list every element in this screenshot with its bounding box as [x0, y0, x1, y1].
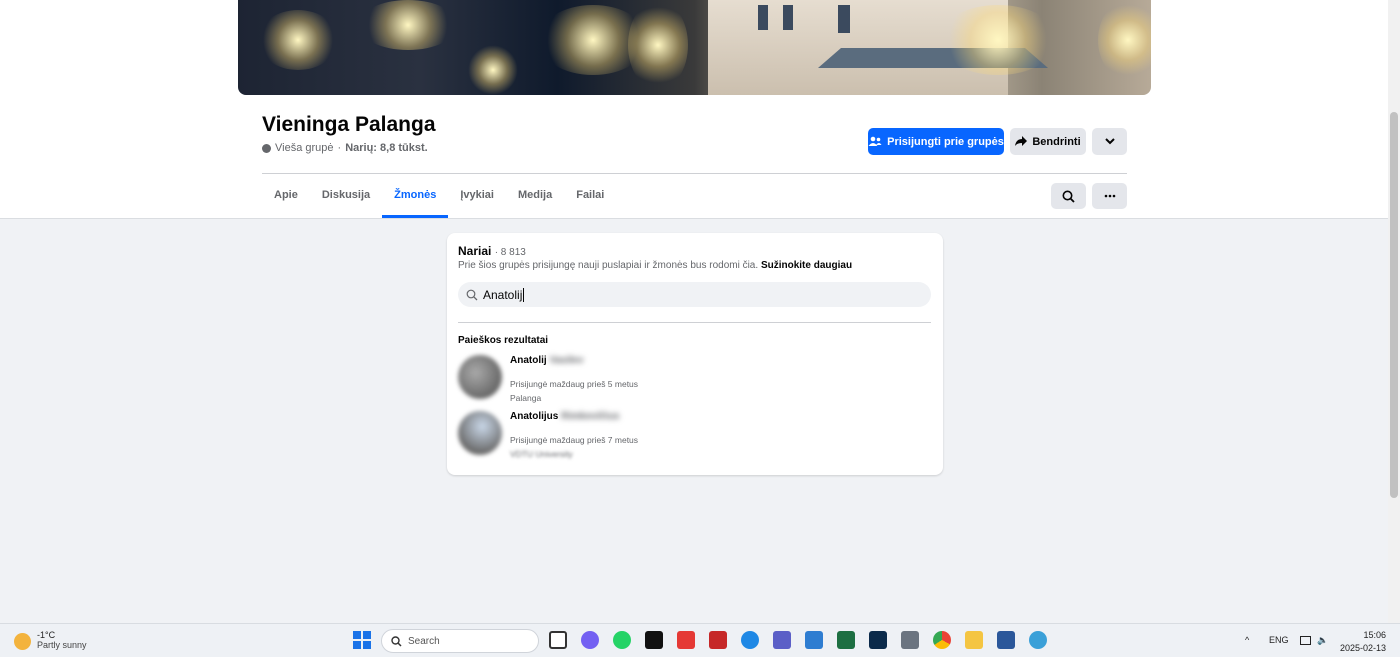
result-name-blurred: Rimkevičius: [561, 411, 620, 422]
members-title-label: Nariai: [458, 244, 492, 258]
globe-app-icon[interactable]: [1029, 631, 1047, 649]
result-name-blurred: Vasilev: [549, 355, 584, 366]
chrome-icon[interactable]: [933, 631, 951, 649]
task-view-icon[interactable]: [549, 631, 567, 649]
network-icon[interactable]: [1300, 636, 1311, 645]
group-meta: Vieša grupė · Narių: 8,8 tūkst.: [262, 142, 428, 154]
clock-time: 15:06: [1363, 630, 1387, 640]
member-search-value: Anatolij: [483, 287, 525, 302]
teams-icon[interactable]: [773, 631, 791, 649]
start-windows-icon[interactable]: [353, 631, 371, 649]
partly-sunny-icon: [14, 633, 31, 650]
card-divider: [458, 322, 931, 323]
result-joined: Prisijungė maždaug prieš 7 metus: [510, 435, 639, 445]
calculator-icon[interactable]: [901, 631, 919, 649]
members-description: Prie šios grupės prisijungę nauji puslap…: [458, 260, 852, 271]
anydesk-icon[interactable]: [677, 631, 695, 649]
windows-taskbar: -1°C Partly sunny Search ^ ENG 🔈 15:06 2…: [0, 623, 1400, 657]
tab-apie[interactable]: Apie: [262, 176, 310, 218]
language-indicator[interactable]: ENG: [1269, 635, 1289, 645]
tab-ivykiai[interactable]: Įvykiai: [448, 176, 506, 218]
members-title: Nariai · 8 813: [458, 244, 526, 258]
weather-widget[interactable]: -1°C Partly sunny: [14, 630, 87, 650]
member-search-input[interactable]: Anatolij: [458, 282, 931, 307]
meta-separator: ·: [337, 142, 342, 154]
tab-zmones[interactable]: Žmonės: [382, 176, 449, 218]
taskbar-search-label: Search: [408, 635, 440, 647]
group-more-button[interactable]: [1092, 183, 1127, 209]
weather-description: Partly sunny: [37, 640, 87, 650]
page-scrollbar[interactable]: [1388, 0, 1400, 623]
viber-icon[interactable]: [581, 631, 599, 649]
group-tabs: Apie Diskusija Žmonės Įvykiai Medija Fai…: [262, 176, 616, 218]
result-name-visible: Anatolijus: [510, 411, 559, 422]
volume-icon[interactable]: 🔈: [1317, 635, 1328, 646]
header-divider: [262, 173, 1127, 174]
app-blue-icon[interactable]: [741, 631, 759, 649]
join-group-button[interactable]: Prisijungti prie grupės: [868, 128, 1004, 155]
group-members-summary[interactable]: Narių: 8,8 tūkst.: [345, 142, 428, 154]
notepad-icon[interactable]: [805, 631, 823, 649]
weather-temperature: -1°C: [37, 630, 56, 640]
group-privacy[interactable]: Vieša grupė: [275, 142, 334, 154]
group-search-button[interactable]: [1051, 183, 1086, 209]
share-button[interactable]: Bendrinti: [1010, 128, 1086, 155]
chevron-up-icon[interactable]: ^: [1245, 635, 1249, 645]
share-icon: [1015, 136, 1028, 146]
people-icon: [868, 136, 882, 146]
search-icon: [466, 289, 478, 300]
taskbar-search[interactable]: Search: [381, 629, 539, 653]
results-title: Paieškos rezultatai: [458, 335, 549, 346]
members-card: Nariai · 8 813 Prie šios grupės prisijun…: [447, 233, 943, 475]
result-name-visible: Anatolij: [510, 355, 547, 366]
word-icon[interactable]: [997, 631, 1015, 649]
result-joined: Prisijungė maždaug prieš 5 metus: [510, 379, 639, 389]
result-name[interactable]: Anatolij Vasilev: [510, 355, 583, 366]
app-f-icon[interactable]: [645, 631, 663, 649]
learn-more-link[interactable]: Sužinokite daugiau: [761, 260, 852, 271]
whatsapp-icon[interactable]: [613, 631, 631, 649]
tab-diskusija[interactable]: Diskusija: [310, 176, 382, 218]
file-explorer-icon[interactable]: [965, 631, 983, 649]
result-detail: Palanga: [510, 393, 542, 403]
search-icon: [1062, 190, 1075, 203]
join-group-label: Prisijungti prie grupės: [887, 135, 1004, 148]
tab-failai[interactable]: Failai: [564, 176, 616, 218]
ellipsis-icon: [1104, 194, 1115, 198]
share-label: Bendrinti: [1032, 135, 1081, 148]
result-name[interactable]: Anatolijus Rimkevičius: [510, 411, 620, 422]
list-item[interactable]: Anatolij Vasilev Prisijungė maždaug prie…: [458, 355, 931, 407]
photoshop-icon[interactable]: [869, 631, 887, 649]
members-count: · 8 813: [494, 247, 526, 258]
avatar[interactable]: [458, 411, 502, 455]
cover-photo: [238, 0, 1151, 95]
group-title: Vieninga Palanga: [262, 113, 436, 136]
excel-icon[interactable]: [837, 631, 855, 649]
taskbar-clock[interactable]: 15:06 2025-02-13: [1340, 629, 1386, 655]
group-header: Vieninga Palanga Vieša grupė · Narių: 8,…: [0, 0, 1388, 219]
globe-icon: [262, 143, 271, 153]
members-description-text: Prie šios grupės prisijungę nauji puslap…: [458, 260, 759, 271]
clock-date: 2025-02-13: [1340, 643, 1387, 653]
chevron-down-icon: [1104, 138, 1115, 145]
result-detail: VDTU University: [510, 449, 573, 459]
tab-medija[interactable]: Medija: [506, 176, 564, 218]
scrollbar-thumb[interactable]: [1390, 112, 1398, 498]
avatar[interactable]: [458, 355, 502, 399]
list-item[interactable]: Anatolijus Rimkevičius Prisijungė maždau…: [458, 411, 931, 463]
more-options-dropdown[interactable]: [1092, 128, 1127, 155]
search-icon: [391, 635, 402, 647]
filezilla-icon[interactable]: [709, 631, 727, 649]
